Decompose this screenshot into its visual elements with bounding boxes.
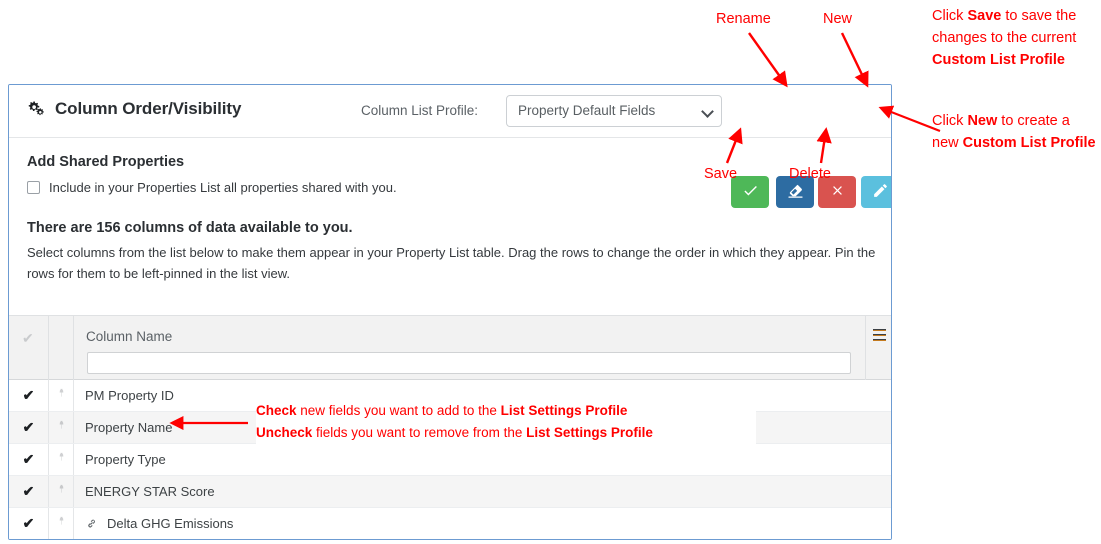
grid-header-menu-cell[interactable] (866, 316, 891, 380)
column-list-profile-select[interactable]: Property Default Fields (506, 95, 722, 127)
row-checkbox-cell[interactable]: ✔ (9, 412, 49, 443)
grid-header-column-name-cell[interactable]: Column Name (74, 316, 866, 380)
annotation-bold: Custom List Profile (962, 134, 1096, 151)
pin-icon (56, 450, 67, 469)
row-pin-cell[interactable] (49, 380, 74, 411)
pin-icon (56, 482, 67, 501)
cogs-icon (27, 100, 46, 119)
pin-icon (56, 418, 67, 437)
annotation-check-description: Check new fields you want to add to the … (256, 398, 756, 446)
check-icon: ✔ (22, 330, 34, 346)
annotation-line-1: Check new fields you want to add to the … (256, 400, 752, 422)
row-pin-cell[interactable] (49, 476, 74, 507)
annotation-delete-label: Delete (789, 166, 831, 182)
column-name-header-label: Column Name (86, 329, 173, 344)
arrow-rename (748, 32, 788, 88)
row-name-cell: Property Type (74, 444, 891, 475)
row-name-cell: Delta GHG Emissions (74, 508, 891, 539)
columns-info: There are 156 columns of data available … (27, 220, 875, 284)
grid-header-pin-cell (49, 316, 74, 380)
row-pin-cell[interactable] (49, 508, 74, 539)
annotation-save-description: Click Save to save the changes to the cu… (932, 6, 1098, 71)
annotation-save-label: Save (704, 166, 738, 182)
hamburger-menu-icon[interactable] (873, 329, 886, 344)
check-icon: ✔ (22, 419, 35, 435)
annotation-bold: List Settings Profile (526, 424, 653, 440)
annotation-new-label: New (823, 11, 853, 27)
screenshot-root: Column Order/Visibility Column List Prof… (0, 0, 1101, 544)
column-name-filter-input[interactable] (87, 352, 851, 374)
row-checkbox-cell[interactable]: ✔ (9, 380, 49, 411)
check-icon: ✔ (22, 483, 35, 499)
column-name-value: Property Name (85, 420, 173, 435)
page-title-text: Column Order/Visibility (55, 99, 242, 118)
annotation-text: Click (932, 8, 968, 24)
pin-icon (56, 514, 67, 533)
check-icon: ✔ (22, 515, 35, 531)
columns-count-heading: There are 156 columns of data available … (27, 220, 353, 236)
annotation-bold: New (967, 113, 998, 129)
table-row[interactable]: ✔ Property Type (9, 444, 891, 476)
pencil-icon (872, 182, 889, 202)
annotation-bold: Save (967, 8, 1002, 24)
row-checkbox-cell[interactable]: ✔ (9, 508, 49, 539)
table-row[interactable]: ✔ Delta GHG Emissions (9, 508, 891, 539)
annotation-bold: List Settings Profile (500, 403, 628, 418)
row-pin-cell[interactable] (49, 444, 74, 475)
new-button[interactable] (861, 176, 891, 208)
annotation-new-description: Click New to create a new Custom List Pr… (932, 111, 1098, 155)
check-icon: ✔ (22, 387, 35, 403)
grid-header-select-all-cell[interactable]: ✔ (9, 316, 49, 380)
check-icon (742, 182, 759, 202)
column-name-value: Property Type (85, 452, 166, 467)
row-name-cell: ENERGY STAR Score (74, 476, 891, 507)
include-shared-label: Include in your Properties List all prop… (49, 180, 397, 195)
grid-header-row: ✔ Column Name (9, 316, 891, 380)
column-order-visibility-panel: Column Order/Visibility Column List Prof… (8, 84, 892, 540)
close-icon (830, 183, 845, 201)
chevron-down-icon (701, 105, 714, 118)
table-row[interactable]: ✔ ENERGY STAR Score (9, 476, 891, 508)
columns-info-body: Select columns from the list below to ma… (27, 245, 876, 282)
page-title: Column Order/Visibility (27, 99, 241, 119)
column-name-value: PM Property ID (85, 388, 174, 403)
check-icon: ✔ (22, 451, 35, 467)
row-checkbox-cell[interactable]: ✔ (9, 444, 49, 475)
annotation-bold: Custom List Profile (932, 51, 1065, 68)
column-name-value: ENERGY STAR Score (85, 484, 215, 499)
annotation-rename-label: Rename (716, 11, 771, 27)
eraser-icon (787, 182, 804, 202)
annotation-line-2: Uncheck fields you want to remove from t… (256, 422, 752, 444)
column-list-profile-label: Column List Profile: (361, 103, 479, 118)
panel-body: Add Shared Properties Include in your Pr… (9, 138, 891, 285)
row-pin-cell[interactable] (49, 412, 74, 443)
link-icon (85, 517, 98, 530)
annotation-bold: Uncheck (256, 424, 313, 440)
panel-header: Column Order/Visibility Column List Prof… (9, 85, 891, 208)
row-checkbox-cell[interactable]: ✔ (9, 476, 49, 507)
arrow-new (840, 32, 869, 88)
add-shared-properties-heading: Add Shared Properties (27, 154, 185, 170)
column-list-profile-value: Property Default Fields (518, 103, 656, 118)
include-shared-checkbox[interactable] (27, 181, 40, 194)
column-name-value: Delta GHG Emissions (107, 516, 234, 531)
annotation-text: new fields you want to add to the (296, 403, 501, 418)
annotation-text: Click (932, 113, 968, 129)
pin-icon (56, 386, 67, 405)
annotation-text: fields you want to remove from the (312, 424, 527, 440)
annotation-bold: Check (256, 403, 297, 418)
